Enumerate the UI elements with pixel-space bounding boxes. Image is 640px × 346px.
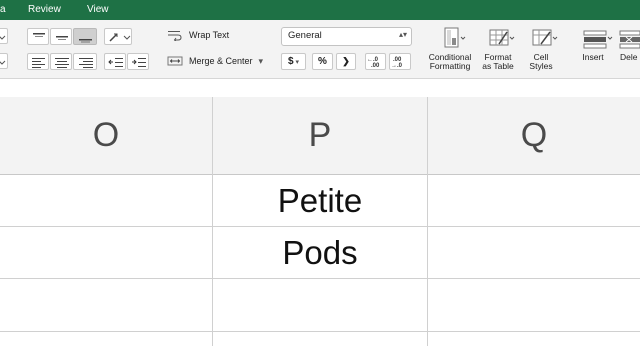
- increase-decimal-icon: ←.0.00: [367, 57, 380, 69]
- cell-styles-icon: [528, 26, 558, 50]
- decrease-decimal-icon: .00→.0: [391, 57, 403, 69]
- align-top-button[interactable]: [27, 28, 49, 45]
- insert-label: Insert: [582, 52, 604, 62]
- insert-icon: [580, 26, 613, 50]
- decrease-indent-button[interactable]: [104, 53, 126, 70]
- align-right-button[interactable]: [73, 53, 97, 70]
- tab-view[interactable]: View: [87, 4, 109, 16]
- merge-center-button[interactable]: Merge & Center ▾: [167, 55, 263, 67]
- orientation-button[interactable]: [104, 28, 132, 45]
- chevron-down-icon: [0, 35, 6, 40]
- increase-indent-icon: [132, 58, 146, 67]
- chevron-down-icon: ▾: [295, 58, 300, 66]
- cell-q3[interactable]: [428, 279, 640, 331]
- percent-label: %: [318, 56, 327, 67]
- currency-button[interactable]: $ ▾: [281, 53, 306, 70]
- merge-center-icon: [167, 56, 183, 66]
- wrap-text-button[interactable]: Wrap Text: [167, 29, 229, 41]
- percent-button[interactable]: %: [312, 53, 333, 70]
- conditional-formatting-label-2: Formatting: [429, 61, 471, 71]
- ribbon: Wrap Text Merge & Center ▾ General ▴▾ $ …: [0, 20, 640, 79]
- delete-button[interactable]: Dele: [618, 26, 640, 62]
- cell-q1[interactable]: [428, 175, 640, 226]
- conditional-formatting-button[interactable]: Conditional Formatting: [424, 26, 476, 71]
- increase-indent-button[interactable]: [127, 53, 149, 70]
- text-orientation-icon: [109, 33, 131, 42]
- currency-label: $: [287, 56, 294, 67]
- chevron-down-icon: [0, 60, 6, 65]
- format-as-table-button[interactable]: Format as Table: [478, 26, 518, 71]
- tab-review[interactable]: Review: [28, 4, 61, 16]
- column-header-p[interactable]: P: [213, 97, 427, 174]
- partial-button-top[interactable]: [0, 28, 8, 44]
- merge-center-label: Merge & Center: [189, 56, 253, 66]
- align-top-icon: [33, 33, 45, 37]
- cell-styles-label-2: Styles: [529, 61, 553, 71]
- conditional-formatting-icon: [437, 26, 466, 50]
- select-caret-icon: ▴▾: [398, 30, 407, 39]
- svg-text:→.0: →.0: [391, 63, 403, 69]
- align-middle-button[interactable]: [50, 28, 72, 45]
- wrap-text-icon: [168, 31, 182, 41]
- delete-icon: [618, 26, 640, 50]
- cell-o1[interactable]: [0, 175, 212, 226]
- cell-p3[interactable]: [213, 279, 427, 331]
- cell-p2[interactable]: Pods: [213, 227, 427, 278]
- align-bottom-icon: [79, 39, 92, 43]
- delete-label: Dele: [620, 52, 638, 62]
- comma-style-button[interactable]: ❯: [336, 53, 356, 70]
- insert-button[interactable]: Insert: [573, 26, 613, 62]
- svg-text:.00: .00: [371, 63, 380, 69]
- format-as-table-label-2: as Table: [482, 61, 514, 71]
- align-right-icon: [79, 58, 93, 68]
- cell-p1[interactable]: Petite: [213, 175, 427, 226]
- cell-o3[interactable]: [0, 279, 212, 331]
- format-as-table-icon: [485, 26, 515, 50]
- align-bottom-button[interactable]: [73, 28, 97, 45]
- align-left-icon: [32, 58, 45, 68]
- cell-styles-button[interactable]: Cell Styles: [521, 26, 561, 71]
- tab-partial[interactable]: a: [0, 4, 6, 16]
- merge-caret-icon[interactable]: ▾: [259, 56, 264, 67]
- cell-o2[interactable]: [0, 227, 212, 278]
- column-header-row: O P Q: [0, 97, 640, 175]
- decrease-indent-icon: [108, 58, 123, 67]
- increase-decimal-button[interactable]: ←.0.00: [365, 53, 386, 70]
- column-header-o[interactable]: O: [0, 97, 212, 174]
- column-header-q[interactable]: Q: [428, 97, 640, 174]
- ribbon-tab-bar: a Review View: [0, 0, 640, 20]
- align-left-button[interactable]: [27, 53, 49, 70]
- align-middle-icon: [56, 36, 68, 40]
- number-format-value: General: [288, 30, 322, 41]
- decrease-decimal-button[interactable]: .00 →.0: [389, 53, 411, 70]
- wrap-text-label: Wrap Text: [189, 30, 230, 40]
- partial-button-bottom[interactable]: [0, 53, 8, 69]
- align-center-icon: [55, 58, 69, 68]
- gridline-horizontal: [0, 331, 640, 332]
- align-center-button[interactable]: [50, 53, 72, 70]
- cell-q2[interactable]: [428, 227, 640, 278]
- number-format-select[interactable]: General ▴▾: [281, 27, 412, 46]
- comma-style-icon: ❯: [342, 56, 350, 66]
